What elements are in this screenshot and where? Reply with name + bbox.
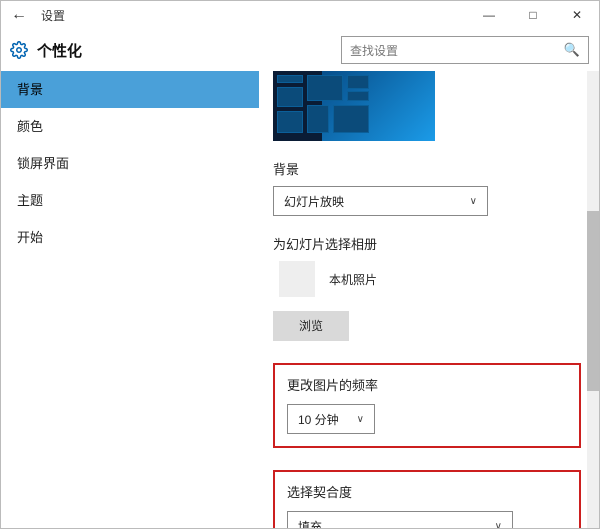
chevron-down-icon: ∨ [357, 414, 364, 425]
album-section-label: 为幻灯片选择相册 [273, 234, 581, 253]
frequency-label: 更改图片的频率 [287, 375, 567, 394]
titlebar: ← 设置 ― □ ✕ [1, 1, 599, 29]
browse-button[interactable]: 浏览 [273, 311, 349, 341]
album-row: 本机照片 [273, 261, 581, 297]
album-name: 本机照片 [329, 271, 377, 288]
background-label: 背景 [273, 159, 581, 178]
frequency-value: 10 分钟 [298, 411, 339, 428]
scrollbar-thumb[interactable] [587, 211, 599, 391]
close-button[interactable]: ✕ [555, 1, 599, 29]
chevron-down-icon: ∨ [470, 196, 477, 207]
maximize-button[interactable]: □ [511, 1, 555, 29]
chevron-down-icon: ∨ [495, 521, 502, 529]
fit-value: 填充 [298, 518, 322, 529]
sidebar-item-background[interactable]: 背景 [1, 71, 259, 108]
search-input[interactable]: 查找设置 🔍 [341, 36, 589, 64]
album-thumbnail [279, 261, 315, 297]
back-button[interactable]: ← [1, 6, 37, 24]
header: 个性化 查找设置 🔍 [1, 29, 599, 71]
sidebar-item-lockscreen[interactable]: 锁屏界面 [1, 145, 259, 182]
highlight-frequency: 更改图片的频率 10 分钟 ∨ [273, 363, 581, 448]
highlight-fit: 选择契合度 填充 ∨ [273, 470, 581, 528]
background-dropdown[interactable]: 幻灯片放映 ∨ [273, 186, 488, 216]
background-dropdown-value: 幻灯片放映 [284, 193, 344, 210]
minimize-button[interactable]: ― [467, 1, 511, 29]
content-panel: 背景 幻灯片放映 ∨ 为幻灯片选择相册 本机照片 浏览 更改图片的频率 10 分… [259, 71, 599, 528]
desktop-preview [273, 71, 435, 141]
gear-icon [1, 41, 37, 59]
fit-dropdown[interactable]: 填充 ∨ [287, 511, 513, 528]
page-title: 个性化 [37, 40, 341, 61]
sidebar-item-start[interactable]: 开始 [1, 219, 259, 256]
fit-label: 选择契合度 [287, 482, 567, 501]
search-placeholder: 查找设置 [350, 42, 398, 59]
vertical-scrollbar[interactable] [587, 71, 599, 528]
window-title: 设置 [37, 7, 65, 24]
search-icon: 🔍 [564, 42, 580, 58]
sidebar-item-themes[interactable]: 主题 [1, 182, 259, 219]
sidebar-item-colors[interactable]: 颜色 [1, 108, 259, 145]
frequency-dropdown[interactable]: 10 分钟 ∨ [287, 404, 375, 434]
sidebar: 背景 颜色 锁屏界面 主题 开始 [1, 71, 259, 528]
